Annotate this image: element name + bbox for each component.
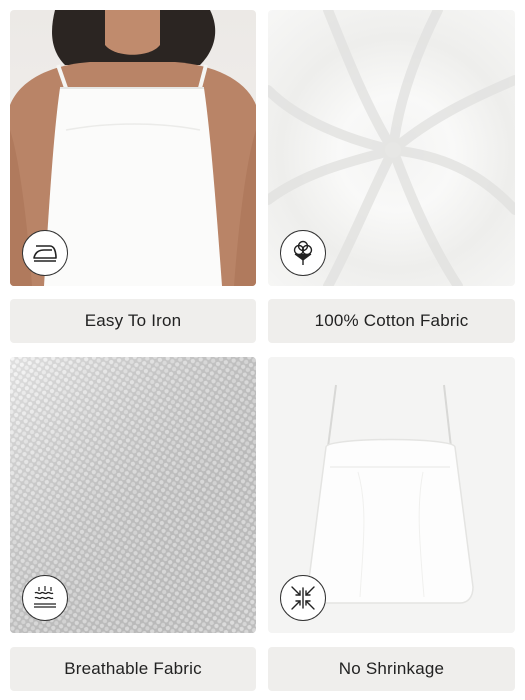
feature-label-no-shrinkage: No Shrinkage [268,647,515,691]
feature-label-breathable-fabric: Breathable Fabric [10,647,256,691]
model-photo [10,10,256,286]
no-shrink-arrows-icon [280,575,326,621]
fabric-texture-photo [10,357,256,633]
cotton-boll-icon [280,230,326,276]
fabric-swirl-photo [268,10,515,286]
breathable-waves-icon [22,575,68,621]
feature-label-cotton-fabric: 100% Cotton Fabric [268,299,515,343]
feature-label-easy-to-iron: Easy To Iron [10,299,256,343]
iron-icon [22,230,68,276]
product-photo [268,357,515,633]
